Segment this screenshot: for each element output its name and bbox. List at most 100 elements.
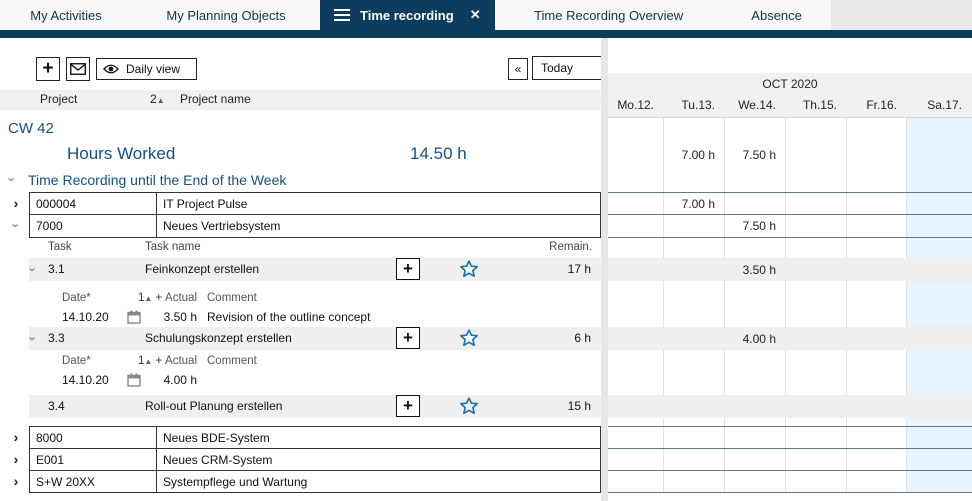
project-row-8000[interactable]: 8000 Neues BDE-System	[29, 426, 601, 449]
tab-absence[interactable]: Absence	[723, 0, 831, 30]
hours-worked-label: Hours Worked	[67, 144, 175, 164]
collapse-icon[interactable]: ›	[31, 262, 35, 277]
expand-icon[interactable]: ›	[8, 473, 24, 491]
day-headers: Mo.12. Tu.13. We.14. Th.15. Fr.16. Sa.17…	[608, 93, 972, 117]
project-code: 8000	[36, 431, 63, 445]
project-row-000004-values: 7.00 h	[608, 192, 972, 215]
day-header[interactable]: Tu.13.	[664, 93, 725, 117]
project-row-sw20xx-values	[608, 470, 972, 493]
month-label: OCT 2020	[608, 77, 972, 91]
collapse-icon[interactable]: ›	[8, 217, 24, 235]
expand-icon[interactable]: ›	[8, 451, 24, 469]
project-code: E001	[36, 453, 64, 467]
project-name: Neues CRM-System	[156, 449, 602, 470]
today-button[interactable]: Today	[532, 56, 604, 80]
task-row-3-4-values	[608, 395, 972, 418]
remain-column-header[interactable]: Remain.	[549, 241, 592, 253]
hours-worked-total: 14.50 h	[410, 144, 467, 164]
project-name: Systempflege und Wartung	[156, 471, 602, 492]
project-name: IT Project Pulse	[156, 193, 602, 214]
favorite-star-icon[interactable]	[459, 328, 479, 351]
remaining-hours: 15 h	[568, 399, 591, 413]
project-name-column-header[interactable]: Project name	[180, 92, 251, 106]
entry-comment[interactable]: Revision of the outline concept	[207, 310, 370, 324]
project-code: 7000	[36, 219, 63, 233]
date-column-header[interactable]: Date*	[62, 292, 91, 304]
calendar-week-label: CW 42	[8, 120, 54, 137]
task-name-column-header[interactable]: Task name	[145, 241, 201, 253]
tab-label: Time recording	[360, 8, 454, 23]
calendar-icon[interactable]	[127, 310, 141, 327]
comment-column-header[interactable]: Comment	[207, 292, 257, 304]
entry-actual-hours[interactable]: 4.00 h	[140, 373, 197, 387]
collapse-icon[interactable]: ›	[31, 331, 35, 346]
task-id: 3.3	[48, 331, 65, 345]
tabbar-filler	[831, 0, 972, 30]
day-value-cell: 7.50 h	[725, 215, 786, 237]
task-row-3-3[interactable]: › 3.3 Schulungskonzept erstellen + 6 h	[29, 327, 601, 350]
sort-indicator[interactable]: 2▲	[150, 92, 165, 106]
project-column-header[interactable]: Project	[40, 92, 77, 106]
calendar-icon[interactable]	[127, 373, 141, 390]
project-name: Neues BDE-System	[156, 427, 602, 448]
view-selector[interactable]: Daily view	[96, 58, 197, 80]
add-button[interactable]: +	[36, 57, 60, 81]
project-row-e001[interactable]: E001 Neues CRM-System	[29, 448, 601, 471]
project-code: 000004	[36, 197, 76, 211]
entry-header-row: Date* 1▲ + Actual Comment	[0, 283, 601, 307]
project-row-sw20xx[interactable]: S+W 20XX Systempflege und Wartung	[29, 470, 601, 493]
task-name: Feinkonzept erstellen	[145, 262, 259, 276]
day-value-cell: 4.00 h	[725, 327, 786, 350]
time-entry-row[interactable]: 14.10.20 3.50 h Revision of the outline …	[0, 307, 601, 327]
chevron-down-icon[interactable]: ›	[5, 177, 20, 181]
project-row-8000-values	[608, 426, 972, 449]
comment-column-header[interactable]: Comment	[207, 355, 257, 367]
tab-my-planning-objects[interactable]: My Planning Objects	[132, 0, 320, 30]
day-header[interactable]: We.14.	[725, 93, 786, 117]
day-header[interactable]: Th.15.	[786, 93, 847, 117]
calendar-header: OCT 2020 Mo.12. Tu.13. We.14. Th.15. Fr.…	[608, 73, 972, 117]
tab-time-recording[interactable]: Time recording ✕	[320, 0, 495, 30]
hamburger-icon[interactable]	[334, 6, 350, 24]
pane-divider[interactable]	[601, 38, 608, 501]
previous-week-button[interactable]: «	[508, 58, 528, 80]
task-row-3-3-values: 4.00 h	[608, 327, 972, 350]
close-icon[interactable]: ✕	[470, 7, 481, 23]
project-table-header: Project 2▲ Project name	[0, 90, 601, 110]
add-entry-button[interactable]: +	[396, 327, 420, 349]
project-row-000004[interactable]: 000004 IT Project Pulse	[29, 192, 601, 215]
actual-column-header[interactable]: Actual	[155, 355, 197, 367]
day-header[interactable]: Mo.12.	[608, 93, 664, 117]
tab-time-recording-overview[interactable]: Time Recording Overview	[495, 0, 723, 30]
task-id: 3.4	[48, 399, 65, 413]
day-header[interactable]: Sa.17.	[907, 93, 972, 117]
tab-my-activities[interactable]: My Activities	[0, 0, 132, 30]
entry-date[interactable]: 14.10.20	[62, 373, 109, 387]
project-row-e001-values	[608, 448, 972, 471]
day-header[interactable]: Fr.16.	[847, 93, 907, 117]
mail-button[interactable]	[66, 57, 90, 81]
time-entry-row[interactable]: 14.10.20 4.00 h	[0, 370, 601, 390]
favorite-star-icon[interactable]	[459, 259, 479, 282]
envelope-icon	[70, 63, 86, 75]
tab-label: Time Recording Overview	[534, 8, 683, 23]
task-column-header[interactable]: Task	[48, 241, 72, 253]
expand-icon[interactable]: ›	[8, 429, 24, 447]
hours-worked-values-row: 7.00 h 7.50 h	[608, 142, 972, 168]
project-code: S+W 20XX	[36, 475, 95, 489]
add-entry-button[interactable]: +	[396, 395, 420, 417]
project-row-7000[interactable]: 7000 Neues Vertriebsystem	[29, 214, 601, 238]
add-entry-button[interactable]: +	[396, 258, 420, 280]
expand-icon[interactable]: ›	[8, 195, 24, 213]
entry-date[interactable]: 14.10.20	[62, 310, 109, 324]
task-row-3-4[interactable]: 3.4 Roll-out Planung erstellen + 15 h	[29, 395, 601, 418]
date-column-header[interactable]: Date*	[62, 355, 91, 367]
task-row-3-1[interactable]: › 3.1 Feinkonzept erstellen + 17 h	[29, 258, 601, 281]
day-total-cell: 7.50 h	[725, 142, 786, 168]
sort-arrow-icon: ▲	[144, 357, 152, 366]
section-time-recording-until-end-of-week[interactable]: › Time Recording until the End of the We…	[0, 168, 601, 192]
favorite-star-icon[interactable]	[459, 396, 479, 419]
entry-actual-hours[interactable]: 3.50 h	[140, 310, 197, 324]
hours-worked-row: Hours Worked 14.50 h	[0, 142, 601, 168]
actual-column-header[interactable]: Actual	[155, 292, 197, 304]
